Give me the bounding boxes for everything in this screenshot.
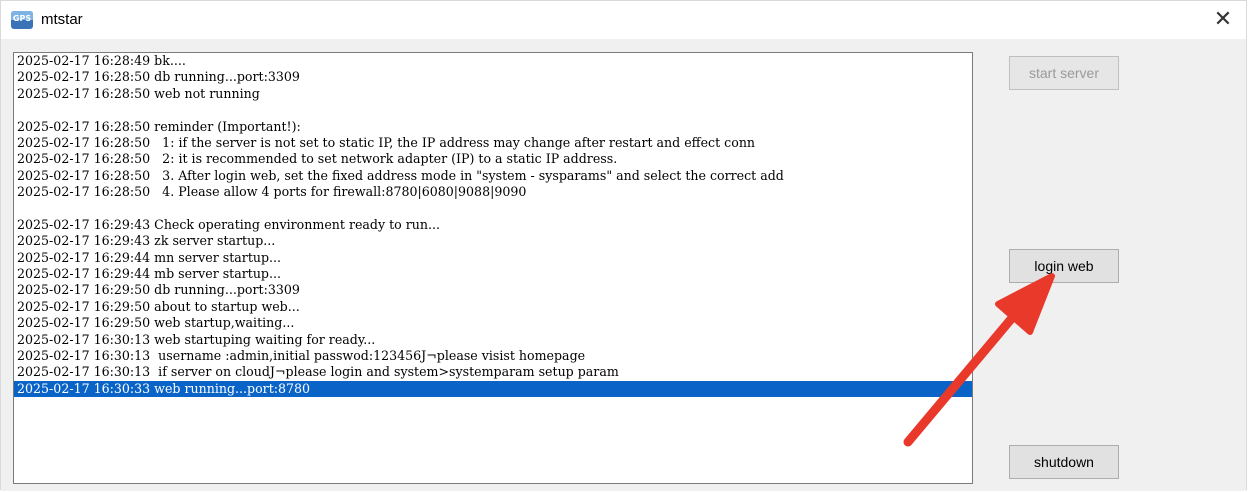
log-line[interactable]: 2025-02-17 16:28:50 2: it is recommended… [14, 151, 972, 167]
log-line[interactable]: 2025-02-17 16:29:44 mn server startup... [14, 250, 972, 266]
log-line[interactable]: 2025-02-17 16:28:50 3. After login web, … [14, 168, 972, 184]
log-line[interactable]: 2025-02-17 16:29:50 about to startup web… [14, 299, 972, 315]
log-line[interactable]: 2025-02-17 16:28:50 db running...port:33… [14, 69, 972, 85]
log-line[interactable] [14, 201, 972, 217]
log-line[interactable]: 2025-02-17 16:28:50 4. Please allow 4 po… [14, 184, 972, 200]
shutdown-button[interactable]: shutdown [1009, 445, 1119, 479]
close-icon[interactable]: ✕ [1208, 5, 1238, 35]
title-bar: GPS mtstar ✕ [1, 1, 1246, 39]
mtstar-window: GPS mtstar ✕ 2025-02-17 16:28:49 bk.... 2… [0, 0, 1247, 491]
log-line[interactable]: 2025-02-17 16:28:50 reminder (Important!… [14, 119, 972, 135]
log-line[interactable]: 2025-02-17 16:30:13 web startuping waiti… [14, 332, 972, 348]
log-line[interactable]: 2025-02-17 16:29:50 db running...port:33… [14, 282, 972, 298]
app-icon: GPS [11, 11, 33, 29]
log-line-selected[interactable]: 2025-02-17 16:30:33 web running...port:8… [14, 380, 972, 398]
login-web-button[interactable]: login web [1009, 249, 1119, 283]
log-line[interactable]: 2025-02-17 16:28:49 bk.... [14, 53, 972, 69]
log-line[interactable]: 2025-02-17 16:30:13 username :admin,init… [14, 348, 972, 364]
log-line[interactable]: 2025-02-17 16:29:43 Check operating envi… [14, 217, 972, 233]
client-area: 2025-02-17 16:28:49 bk.... 2025-02-17 16:… [1, 39, 1246, 491]
window-title: mtstar [41, 11, 83, 28]
log-line[interactable]: 2025-02-17 16:30:13 if server on cloudJ¬… [14, 364, 972, 380]
start-server-button[interactable]: start server [1009, 56, 1119, 90]
log-line[interactable]: 2025-02-17 16:28:50 web not running [14, 86, 972, 102]
log-line[interactable]: 2025-02-17 16:29:44 mb server startup... [14, 266, 972, 282]
log-listbox[interactable]: 2025-02-17 16:28:49 bk.... 2025-02-17 16:… [13, 52, 973, 484]
log-line[interactable]: 2025-02-17 16:28:50 1: if the server is … [14, 135, 972, 151]
log-line[interactable]: 2025-02-17 16:29:43 zk server startup... [14, 233, 972, 249]
log-line[interactable]: 2025-02-17 16:29:50 web startup,waiting.… [14, 315, 972, 331]
app-icon-text: GPS [12, 14, 32, 23]
log-line[interactable] [14, 102, 972, 118]
